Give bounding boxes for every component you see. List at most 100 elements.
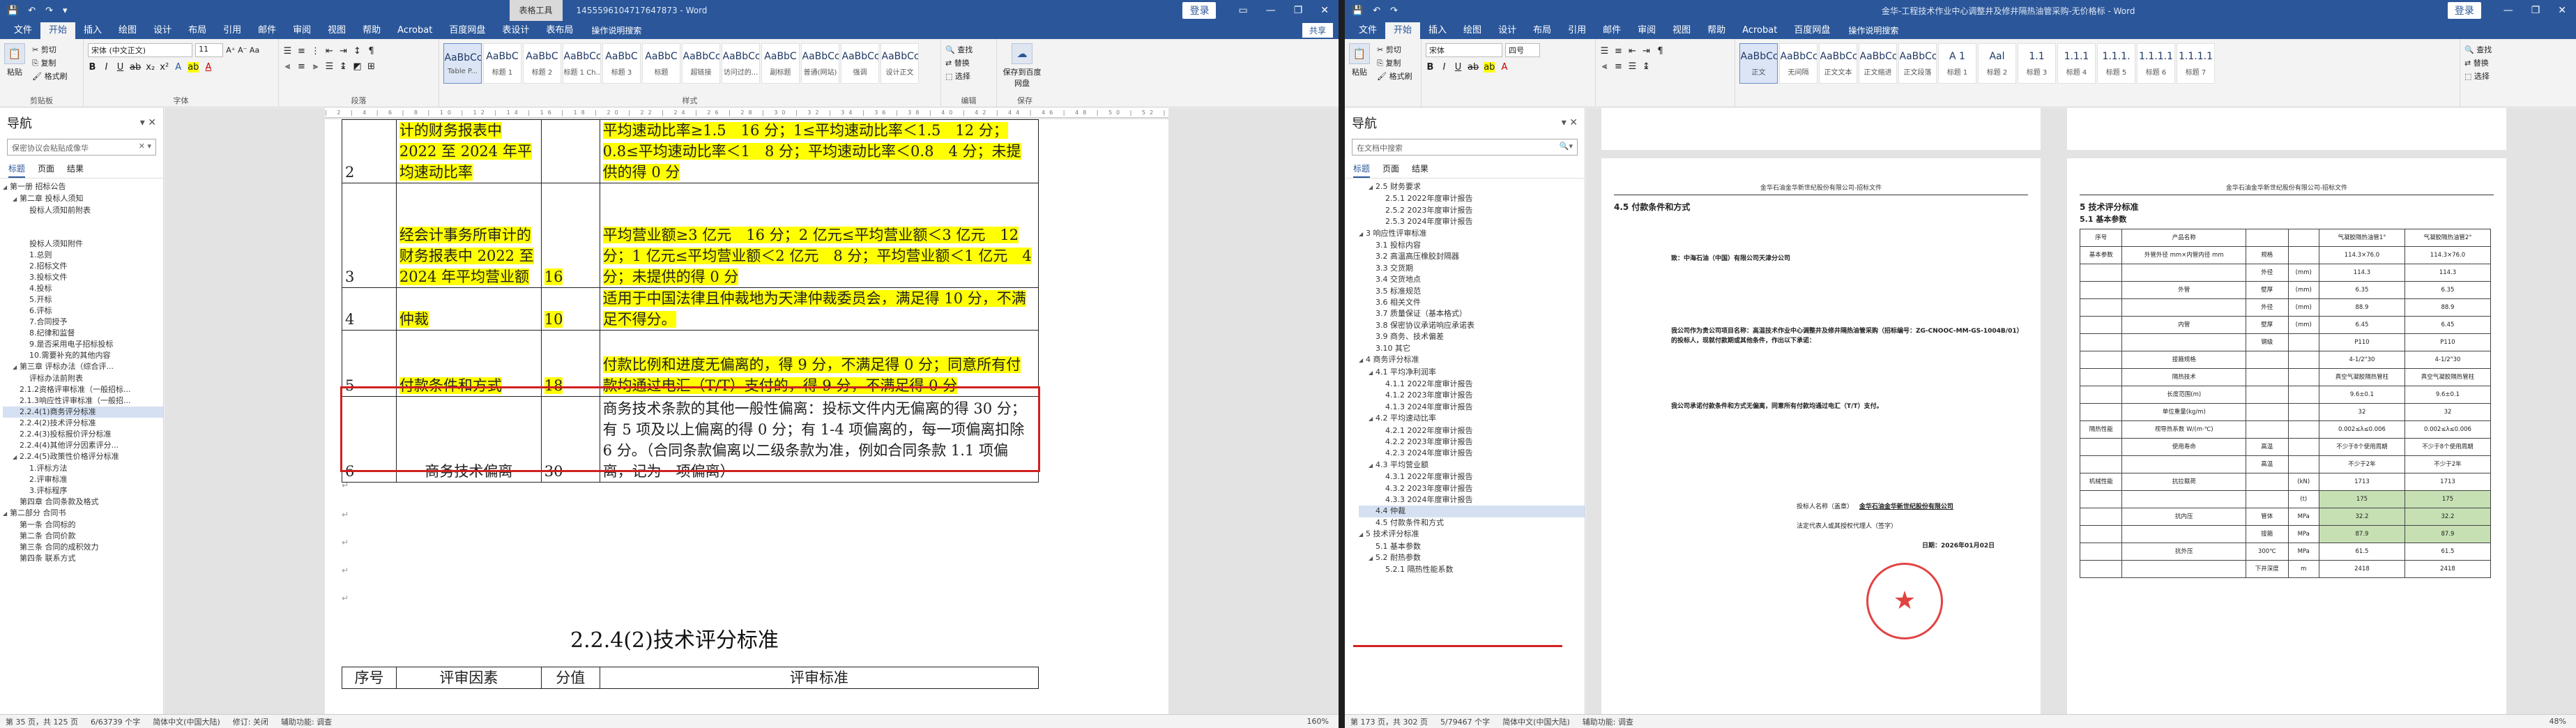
- nav-heading-item[interactable]: ◢ 第三章 评标办法（综合评...: [3, 361, 163, 373]
- style-item[interactable]: AaBbCcI 超链接: [682, 43, 720, 84]
- menu-tab-5[interactable]: 布局: [1525, 22, 1560, 39]
- nav-search-input[interactable]: 在文档中搜索 🔍▾: [1352, 139, 1578, 156]
- nav-heading-item[interactable]: 3.9 商务、技术偏差: [1359, 331, 1585, 342]
- menu-tab-9[interactable]: 视图: [1664, 22, 1699, 39]
- style-item[interactable]: AaBbCcDd 正文: [1739, 43, 1778, 84]
- nav-heading-item[interactable]: 4.2.1 2022年度审计报告: [1359, 425, 1585, 437]
- nav-tab-results[interactable]: 结果: [67, 162, 84, 178]
- nav-heading-item[interactable]: 第一条 合同标的: [3, 520, 163, 531]
- increase-indent-icon[interactable]: ⇥: [1642, 46, 1651, 56]
- restore-button[interactable]: ❐: [1294, 5, 1303, 16]
- nav-heading-item[interactable]: 投标人须知附件: [3, 238, 163, 250]
- menu-tab-2[interactable]: 插入: [1420, 22, 1455, 39]
- nav-heading-item[interactable]: 4.3.1 2022年度审计报告: [1359, 471, 1585, 483]
- minimize-button[interactable]: —: [1266, 5, 1276, 16]
- save-icon[interactable]: 💾: [7, 6, 18, 16]
- grow-font-icon[interactable]: A⁺ A⁻ Aa: [226, 46, 259, 55]
- nav-heading-item[interactable]: ◢ 4 商务评分标准: [1359, 354, 1585, 366]
- multilevel-icon[interactable]: ⋮: [311, 46, 320, 56]
- language[interactable]: 简体中文(中国大陆): [1502, 716, 1570, 727]
- nav-heading-item[interactable]: 3.2 高温高压橡胶封隔器: [1359, 251, 1585, 262]
- nav-heading-item[interactable]: 1.总则: [3, 250, 163, 261]
- menu-tab-3[interactable]: 绘图: [110, 22, 145, 39]
- bullets-icon[interactable]: ☰: [1600, 46, 1609, 56]
- align-center-icon[interactable]: ≡: [297, 61, 306, 72]
- justify-icon[interactable]: ☰: [325, 61, 334, 72]
- menu-tab-7[interactable]: 邮件: [250, 22, 284, 39]
- nav-tab-headings[interactable]: 标题: [8, 162, 26, 178]
- style-item[interactable]: AaBbCcDd 正文文本: [1819, 43, 1857, 84]
- nav-heading-item[interactable]: ◢ 3 响应性评审标准: [1359, 228, 1585, 240]
- nav-close-icon[interactable]: ▾ ✕: [1562, 117, 1578, 128]
- show-marks-icon[interactable]: ¶: [1656, 46, 1665, 56]
- expand-arrow-icon[interactable]: ◢: [1359, 529, 1366, 540]
- expand-arrow-icon[interactable]: ◢: [1359, 229, 1366, 240]
- nav-heading-item[interactable]: ◢ 5.2 耐热参数: [1359, 552, 1585, 564]
- redo-icon[interactable]: ↷: [1390, 6, 1398, 16]
- menu-tab-10[interactable]: 帮助: [354, 22, 389, 39]
- style-item[interactable]: AaBbC 标题: [642, 43, 680, 84]
- zoom-level[interactable]: 48%: [2550, 717, 2566, 726]
- style-item[interactable]: 1.1.1.1 标题 7: [2177, 43, 2215, 84]
- nav-search-input[interactable]: 保密协议会粘贴成像华 ✕ ▾: [7, 139, 156, 156]
- nav-heading-item[interactable]: 3.7 质量保证（基本格式）: [1359, 308, 1585, 319]
- style-item[interactable]: Aal 标题 2: [1978, 43, 2016, 84]
- style-item[interactable]: 1.1 标题 3: [2018, 43, 2056, 84]
- superscript-icon[interactable]: x²: [160, 62, 169, 73]
- tell-me-search[interactable]: 操作说明搜索: [1848, 22, 1898, 39]
- nav-heading-item[interactable]: 2.5.1 2022年度审计报告: [1359, 193, 1585, 204]
- nav-heading-item[interactable]: 5.1 基本参数: [1359, 541, 1585, 552]
- font-size-select[interactable]: 11: [195, 43, 224, 57]
- zoom-level[interactable]: 160%: [1307, 717, 1329, 726]
- font-name-select[interactable]: 宋体: [1426, 43, 1502, 57]
- copy-button[interactable]: ⎘ 复制: [32, 56, 67, 70]
- track-changes[interactable]: 修订: 关闭: [233, 716, 268, 727]
- menu-tab-7[interactable]: 邮件: [1594, 22, 1629, 39]
- italic-icon[interactable]: I: [102, 62, 111, 73]
- nav-heading-item[interactable]: 4.1.2 2023年度审计报告: [1359, 390, 1585, 401]
- justify-icon[interactable]: ☰: [1628, 61, 1637, 72]
- menu-tab-3[interactable]: 绘图: [1455, 22, 1490, 39]
- style-item[interactable]: AaBbCcDd 正文段落: [1898, 43, 1937, 84]
- bullets-icon[interactable]: ☰: [283, 46, 292, 56]
- language[interactable]: 简体中文(中国大陆): [153, 716, 220, 727]
- restore-button[interactable]: ❐: [2531, 5, 2540, 16]
- style-item[interactable]: AaBbCcD 普通(网站): [801, 43, 839, 84]
- menu-tab-2[interactable]: 插入: [75, 22, 110, 39]
- copy-button[interactable]: ⎘ 复制: [1377, 56, 1412, 70]
- format-painter-button[interactable]: 🖌 格式刷: [1377, 70, 1412, 83]
- menu-tab-12[interactable]: 百度网盘: [1785, 22, 1838, 39]
- close-button[interactable]: ✕: [2558, 5, 2566, 16]
- style-item[interactable]: 1.1.1. 标题 5: [2097, 43, 2135, 84]
- align-center-icon[interactable]: ≡: [1614, 61, 1623, 72]
- nav-heading-item[interactable]: 3.10 其它: [1359, 343, 1585, 354]
- nav-heading-item[interactable]: 4.2.3 2024年度审计报告: [1359, 448, 1585, 459]
- menu-tab-0[interactable]: 文件: [1350, 22, 1385, 39]
- cut-button[interactable]: ✂ 剪切: [1377, 43, 1412, 56]
- expand-arrow-icon[interactable]: ◢: [1369, 182, 1375, 193]
- nav-heading-item[interactable]: [3, 227, 163, 238]
- nav-heading-item[interactable]: 7.合同授予: [3, 317, 163, 328]
- nav-heading-item[interactable]: 2.1.2资格评审标准（一般招标...: [3, 384, 163, 395]
- document-canvas[interactable]: | 2 | 4 | 6 | 8 | 10 | 12 | 14 | 16 | 18…: [165, 108, 1339, 714]
- style-item[interactable]: AaBbCcI 标题 1 Ch...: [563, 43, 601, 84]
- nav-heading-item[interactable]: 4.投标: [3, 283, 163, 294]
- numbering-icon[interactable]: ≡: [297, 46, 306, 56]
- nav-heading-item[interactable]: 4.4 仲裁: [1359, 506, 1585, 517]
- expand-arrow-icon[interactable]: ◢: [13, 194, 20, 205]
- page-count[interactable]: 第 35 页，共 125 页: [6, 716, 78, 727]
- nav-heading-item[interactable]: 2.5.2 2023年度审计报告: [1359, 205, 1585, 216]
- ribbon-display-icon[interactable]: ▭: [1238, 5, 1247, 16]
- page-count[interactable]: 第 173 页，共 302 页: [1350, 716, 1428, 727]
- document-canvas[interactable]: 金华石油金华新世纪股份有限公司-招标文件 4.5 付款条件和方式 致：中海石油（…: [1586, 108, 2576, 714]
- nav-heading-item[interactable]: ◢ 4.3 平均营业额: [1359, 460, 1585, 471]
- menu-tab-1[interactable]: 开始: [1385, 22, 1421, 39]
- cut-button[interactable]: ✂ 剪切: [32, 43, 67, 56]
- line-spacing-icon[interactable]: ↨: [339, 61, 348, 72]
- expand-arrow-icon[interactable]: ◢: [13, 362, 20, 373]
- style-item[interactable]: AaBbC 标题 1: [483, 43, 521, 84]
- underline-icon[interactable]: U: [116, 62, 125, 73]
- menu-tab-5[interactable]: 布局: [180, 22, 215, 39]
- customize-qat-icon[interactable]: ▾: [63, 6, 68, 16]
- nav-heading-item[interactable]: 4.3.2 2023年度审计报告: [1359, 483, 1585, 494]
